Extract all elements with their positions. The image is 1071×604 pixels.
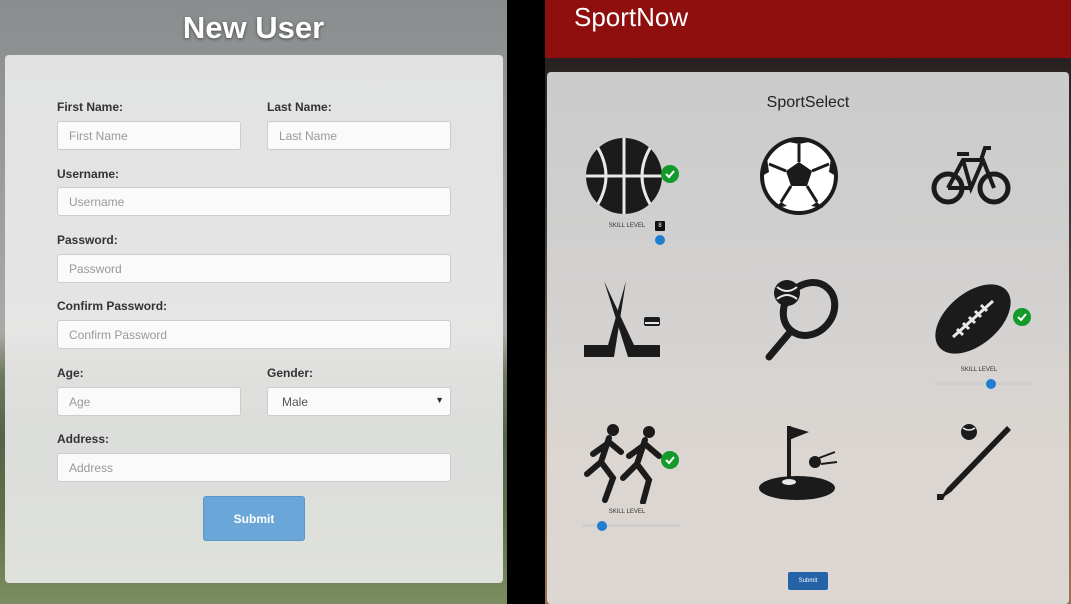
sport-tile-football[interactable]: SKILL LEVEL [929, 277, 1039, 392]
sportnow-panel: SportNow SportSelect 8 SKILL LEVEL SKILL… [545, 0, 1071, 604]
bicycle-icon [931, 146, 1011, 205]
skill-slider-handle[interactable] [655, 235, 665, 245]
age-label: Age: [57, 366, 84, 380]
hockey-sticks-icon [584, 281, 660, 357]
basketball-icon [586, 138, 662, 214]
submit-button[interactable]: Submit [203, 496, 305, 541]
password-label: Password: [57, 233, 118, 247]
skill-level-label: SKILL LEVEL [960, 367, 998, 373]
last-name-label: Last Name: [267, 100, 332, 114]
address-label: Address: [57, 432, 110, 446]
skill-slider-handle[interactable] [986, 379, 996, 389]
app-header: SportNow [545, 0, 1071, 58]
new-user-panel: New User First Name: First Name Last Nam… [0, 0, 507, 604]
skill-slider-track[interactable] [582, 238, 680, 241]
tennis-racket-icon [765, 279, 839, 361]
last-name-input[interactable]: Last Name [267, 121, 451, 150]
sport-tile-baseball[interactable] [929, 420, 1029, 510]
gender-select[interactable]: Male ▼ [267, 387, 451, 416]
confirm-password-input[interactable]: Confirm Password [57, 320, 451, 349]
sport-tile-running[interactable]: SKILL LEVEL [577, 420, 687, 535]
sport-tile-soccer[interactable] [755, 134, 855, 224]
confirm-password-label: Confirm Password: [57, 299, 168, 313]
runners-icon [584, 424, 662, 504]
selected-check-icon [661, 451, 679, 469]
username-label: Username: [57, 167, 120, 181]
first-name-label: First Name: [57, 100, 124, 114]
golf-icon [759, 426, 838, 500]
username-input[interactable]: Username [57, 187, 451, 216]
card-title: SportSelect [766, 94, 850, 111]
sport-select-card: SportSelect 8 SKILL LEVEL SKILL LEVEL SK… [547, 72, 1069, 604]
skill-level-label: SKILL LEVEL [608, 223, 646, 229]
selected-check-icon [661, 165, 679, 183]
caret-down-icon: ▼ [435, 395, 444, 405]
sport-tile-tennis[interactable] [755, 277, 855, 367]
first-name-input[interactable]: First Name [57, 121, 241, 150]
address-input[interactable]: Address [57, 453, 451, 482]
gender-label: Gender: [267, 366, 314, 380]
football-icon [935, 284, 1011, 354]
password-input[interactable]: Password [57, 254, 451, 283]
soccer-ball-icon [760, 137, 838, 215]
sport-tile-cycling[interactable] [929, 134, 1029, 224]
sport-submit-button[interactable]: Submit [788, 572, 828, 590]
sport-tile-golf[interactable] [755, 420, 855, 510]
baseball-bat-icon [937, 424, 1011, 500]
page-title: New User [182, 10, 325, 45]
skill-slider-handle[interactable] [597, 521, 607, 531]
skill-level-label: SKILL LEVEL [608, 509, 646, 515]
new-user-form: First Name: First Name Last Name: Last N… [5, 55, 503, 583]
sport-tile-hockey[interactable] [577, 277, 677, 367]
skill-slider-track[interactable] [934, 382, 1032, 385]
brand-title: SportNow [574, 2, 689, 32]
sport-tile-basketball[interactable]: 8 SKILL LEVEL [577, 134, 687, 249]
age-input[interactable]: Age [57, 387, 241, 416]
gender-value: Male [282, 395, 309, 409]
selected-check-icon [1013, 308, 1031, 326]
